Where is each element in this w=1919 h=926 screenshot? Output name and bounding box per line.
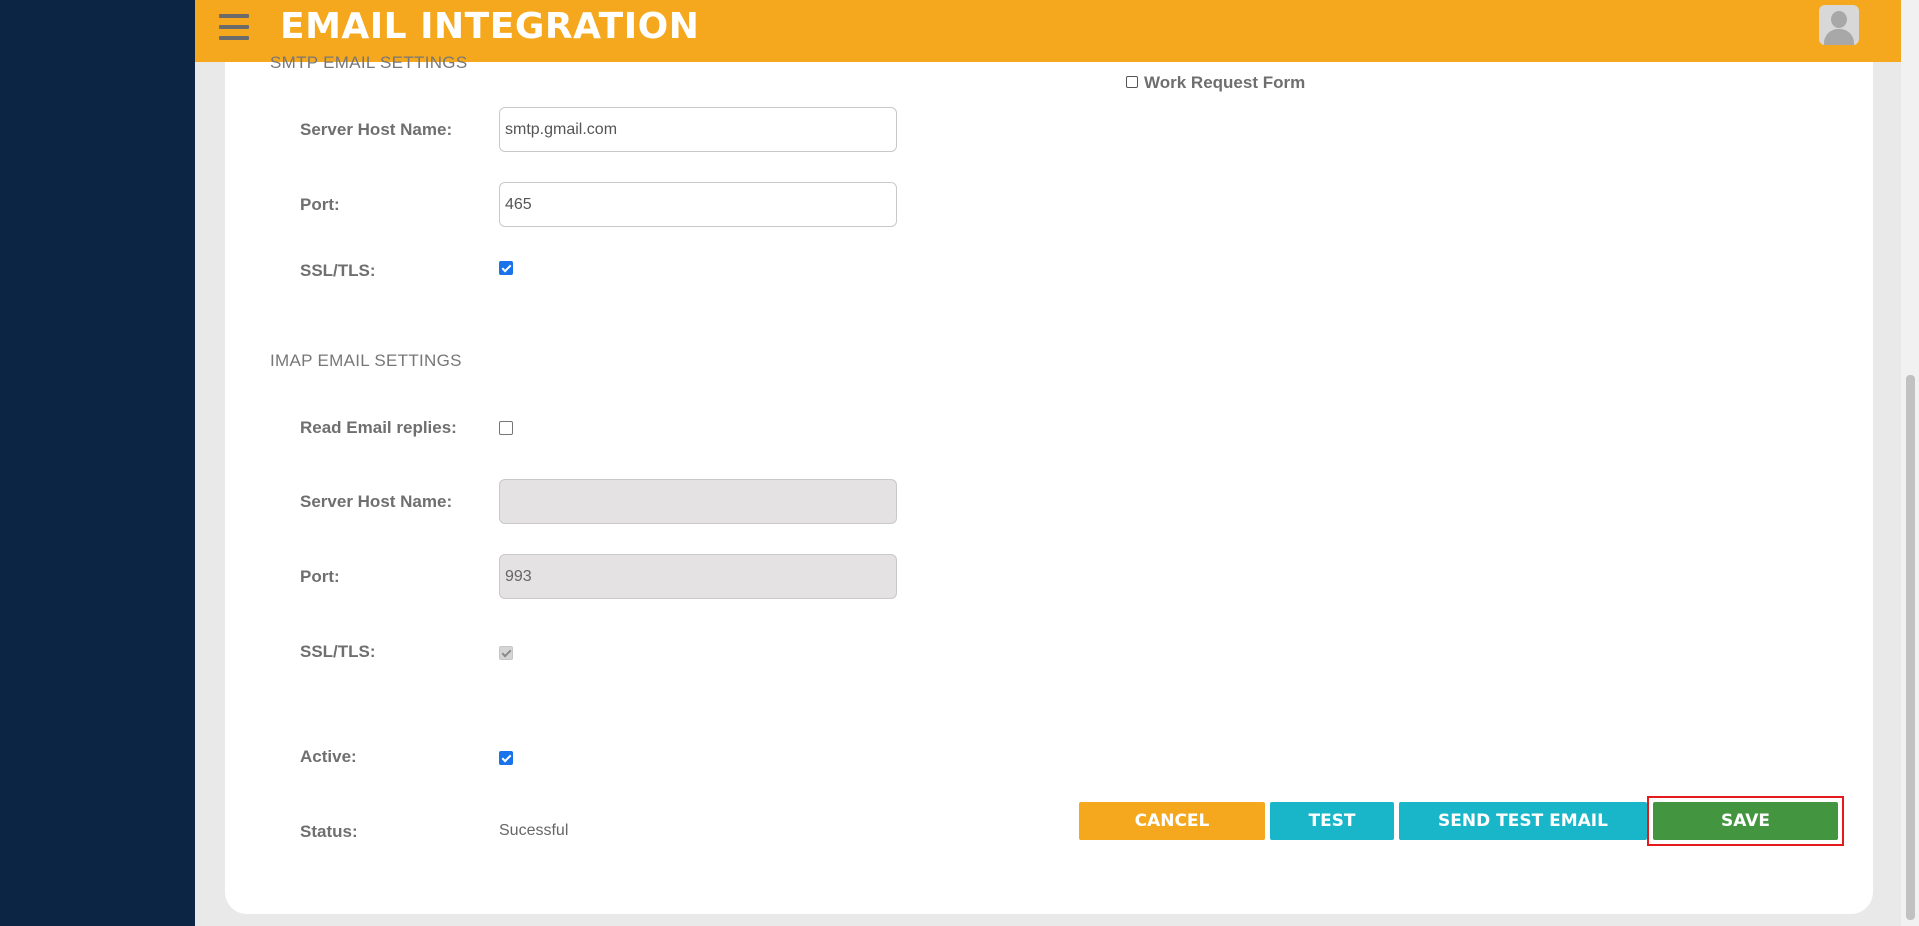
smtp-ssl-checkbox[interactable] (499, 261, 513, 275)
smtp-host-label: Server Host Name: (300, 120, 453, 139)
imap-port-input (499, 554, 897, 599)
send-test-email-button[interactable]: SEND TEST EMAIL (1399, 802, 1647, 840)
active-checkbox[interactable] (499, 751, 513, 765)
left-sidebar (0, 0, 195, 926)
imap-ssl-label: SSL/TLS: (300, 642, 376, 661)
status-label: Status: (300, 822, 358, 841)
hamburger-menu-icon[interactable] (219, 14, 249, 40)
work-request-form-label: Work Request Form (1144, 73, 1306, 92)
active-label: Active: (300, 747, 357, 766)
scrollbar-thumb[interactable] (1906, 375, 1915, 920)
imap-ssl-checkbox (499, 646, 513, 660)
imap-host-input (499, 479, 897, 524)
smtp-port-input[interactable] (499, 182, 897, 227)
imap-section-title: IMAP EMAIL SETTINGS (270, 351, 462, 370)
imap-read-replies-label: Read Email replies: (300, 418, 457, 437)
vertical-scrollbar[interactable] (1901, 0, 1919, 926)
smtp-ssl-label: SSL/TLS: (300, 261, 376, 280)
imap-read-replies-checkbox[interactable] (499, 421, 513, 435)
imap-host-label: Server Host Name: (300, 492, 453, 511)
user-avatar-icon[interactable] (1819, 5, 1859, 45)
smtp-host-input[interactable] (499, 107, 897, 152)
imap-port-label: Port: (300, 567, 340, 586)
smtp-port-label: Port: (300, 195, 340, 214)
page-title: EMAIL INTEGRATION (280, 6, 700, 47)
test-button[interactable]: TEST (1270, 802, 1394, 840)
work-request-form-checkbox[interactable] (1126, 76, 1138, 88)
status-value: Sucessful (499, 822, 569, 839)
cancel-button[interactable]: CANCEL (1079, 802, 1265, 840)
smtp-section-title: SMTP EMAIL SETTINGS (270, 53, 468, 72)
save-button[interactable]: SAVE (1653, 802, 1838, 840)
email-settings-card: SMTP EMAIL SETTINGS Server Host Name: Po… (225, 53, 1873, 914)
